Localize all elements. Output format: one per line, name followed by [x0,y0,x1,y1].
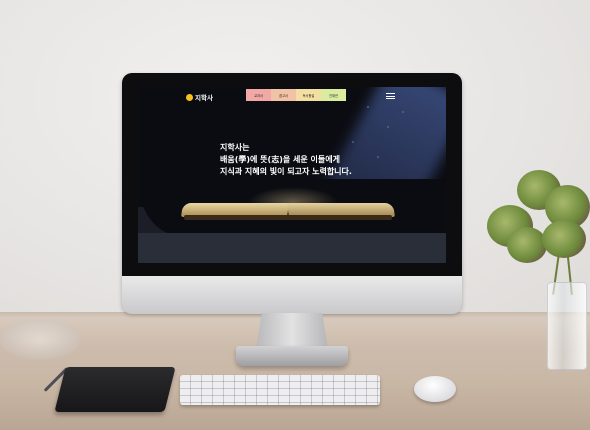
hamburger-icon[interactable] [386,93,395,101]
hero-headline: 지학사는 배움(學)에 뜻(志)을 세운 이들에게 지식과 지혜의 빛이 되고자… [220,142,352,178]
logo-dot-icon [186,93,193,101]
mouse [414,376,456,402]
nav-item-reading[interactable]: 독서평설 [296,89,321,101]
website-screen: 지학사 교과서 참고서 독서평설 인재관 지학사는 배움(學)에 뜻(志)을 세… [138,87,446,263]
headline-line-1: 지학사는 [220,143,250,152]
nav-item-reference[interactable]: 참고서 [271,89,296,101]
site-logo[interactable]: 지학사 [186,92,213,102]
nav-item-textbook[interactable]: 교과서 [246,89,271,101]
headline-line-3: 지식과 지혜의 빛이 되고자 노력합니다. [220,167,352,176]
headline-line-2: 배움(學)에 뜻(志)을 세운 이들에게 [220,155,340,164]
monitor-stand [256,313,328,349]
glass-vase [547,282,587,370]
nav-item-careers[interactable]: 인재관 [321,89,346,101]
keyboard [180,375,380,405]
notebook [54,367,176,412]
glass-tray [0,320,80,360]
plant-bouquet [487,165,590,295]
main-nav: 교과서 참고서 독서평설 인재관 [246,89,346,101]
open-book-image [181,197,395,223]
monitor-chin [122,276,462,314]
monitor-foot [236,346,348,366]
content-band [138,233,446,263]
logo-text: 지학사 [195,94,213,102]
